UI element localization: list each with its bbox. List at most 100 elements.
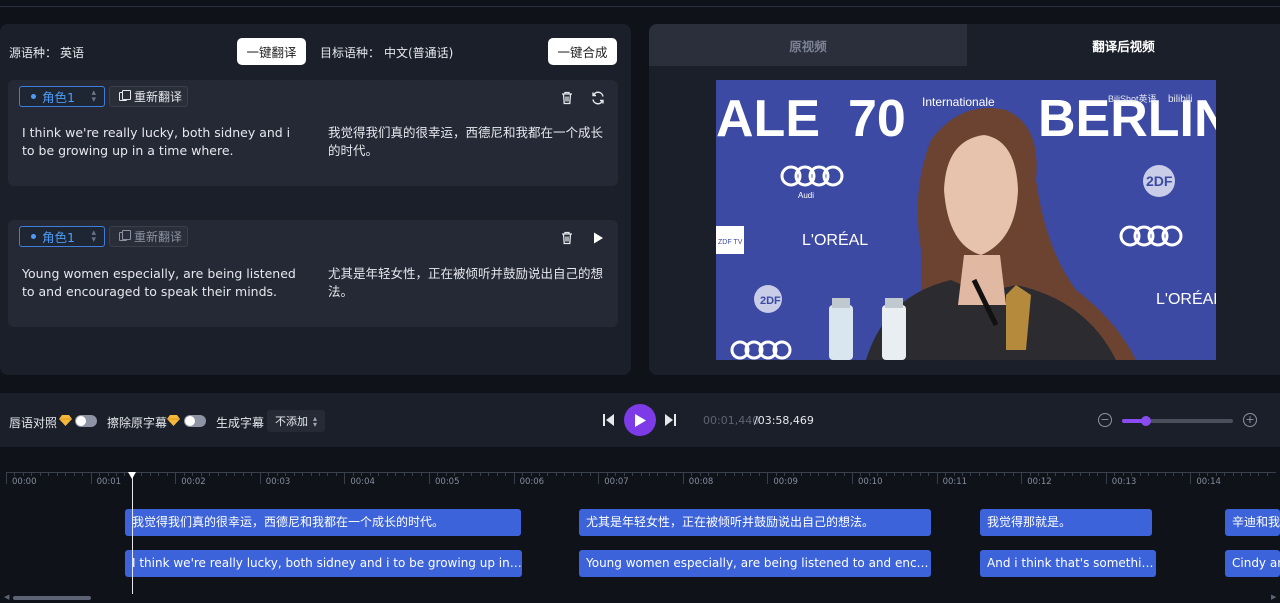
ruler-minor-tick [1012, 472, 1014, 476]
ruler-minor-tick [412, 472, 414, 476]
skip-back-icon[interactable] [603, 414, 614, 426]
sponsor-zdf-2: 2DF [760, 295, 781, 307]
playback-controls: 唇语对照 擦除原字幕 生成字幕 不添加 ▴ ▾ 00:01,440 /03:58,… [0, 393, 1280, 447]
zoom-slider[interactable] [1122, 416, 1233, 426]
generate-subtitles-select[interactable]: 不添加 ▴ ▾ [267, 410, 325, 432]
ruler-minor-tick [496, 472, 498, 476]
ruler-tick [175, 472, 177, 484]
retranslate-button[interactable]: 重新翻译 [109, 86, 188, 107]
source-language-value[interactable]: 英语 [60, 44, 84, 61]
ruler-minor-tick [877, 472, 879, 476]
erase-subtitles-label: 擦除原字幕 [107, 416, 168, 430]
ruler-minor-tick [39, 472, 41, 476]
en-subtitle-clip[interactable]: Young women especially, are being listen… [579, 550, 931, 577]
video-watermark-2: bilibili [1168, 94, 1192, 105]
ruler-minor-tick [632, 472, 634, 476]
ruler-minor-tick [970, 472, 972, 476]
ruler-minor-tick [1046, 472, 1048, 476]
source-text[interactable]: Young women especially, are being listen… [22, 265, 302, 301]
ruler-minor-tick [928, 472, 930, 476]
ruler-tick [598, 472, 600, 484]
ruler-minor-tick [894, 472, 896, 476]
ruler-tick [429, 472, 430, 484]
ruler-minor-tick [395, 472, 397, 476]
ruler-minor-tick [902, 472, 904, 476]
ruler-minor-tick [217, 472, 219, 476]
ruler-minor-tick [792, 472, 794, 476]
ruler-minor-tick [1097, 472, 1099, 476]
time-ruler[interactable]: 00:00 00:01 00:02 00:03 00:04 00:05 00:06 00:07… [6, 472, 1276, 487]
scroll-right-icon[interactable]: ▶ [1271, 593, 1276, 601]
translated-text[interactable]: 我觉得我们真的很幸运，西德尼和我都在一个成长的时代。 [328, 124, 608, 160]
ruler-minor-tick [648, 472, 650, 476]
ruler-minor-tick [623, 472, 625, 476]
zoom-slider-handle[interactable] [1141, 416, 1152, 426]
ruler-minor-tick [1232, 472, 1234, 476]
tab-translated-video[interactable]: 翻译后视频 [967, 24, 1280, 66]
play-icon[interactable] [590, 230, 606, 246]
scroll-left-icon[interactable]: ◀ [4, 593, 9, 601]
ruler-minor-tick [547, 472, 549, 476]
en-subtitle-clip[interactable]: I think we're really lucky, both sidney … [125, 550, 522, 577]
ruler-minor-tick [1215, 472, 1217, 476]
ruler-minor-tick [166, 472, 168, 476]
en-subtitle-clip[interactable]: And i think that's something... [980, 550, 1156, 577]
role-select[interactable]: 角色1 ▴ ▾ [19, 226, 105, 247]
trash-icon[interactable] [559, 230, 575, 246]
video-player[interactable]: ALE 70 Internationale BERLINA BiliShot英语… [716, 80, 1216, 360]
ruler-minor-tick [268, 472, 270, 476]
ruler-minor-tick [319, 472, 321, 476]
ruler-minor-tick [835, 472, 837, 476]
ruler-minor-tick [1071, 472, 1073, 476]
retranslate-button[interactable]: 重新翻译 [109, 226, 188, 247]
timeline[interactable]: 00:00 00:01 00:02 00:03 00:04 00:05 00:06 00:07… [0, 462, 1280, 603]
playhead-line[interactable] [132, 474, 133, 594]
zoom-in-icon[interactable]: + [1243, 413, 1257, 427]
zh-subtitle-clip[interactable]: 尤其是年轻女性，正在被倾听并鼓励说出自己的想法。 [579, 509, 931, 536]
translated-text[interactable]: 尤其是年轻女性，正在被倾听并鼓励说出自己的想法。 [328, 265, 608, 301]
ruler-minor-tick [234, 472, 236, 476]
refresh-icon[interactable] [590, 90, 606, 106]
ruler-minor-tick [1241, 472, 1243, 476]
target-language-value[interactable]: 中文(普通话) [384, 44, 453, 61]
ruler-minor-tick [860, 472, 862, 476]
ruler-minor-tick [141, 472, 143, 476]
zh-subtitle-clip[interactable]: 我觉得我们真的很幸运，西德尼和我都在一个成长的时代。 [125, 509, 521, 536]
lip-sync-toggle[interactable] [75, 415, 97, 427]
erase-subtitles-toggle[interactable] [184, 415, 206, 427]
ruler-minor-tick [818, 472, 820, 476]
ruler-minor-tick [242, 472, 244, 476]
ruler-minor-tick [158, 472, 160, 476]
ruler-minor-tick [530, 472, 532, 476]
playhead-handle[interactable] [128, 472, 136, 479]
play-button[interactable] [624, 404, 656, 436]
ruler-minor-tick [564, 472, 566, 476]
sponsor-tv: ZDF TV [718, 239, 743, 246]
ruler-minor-tick [437, 472, 439, 476]
trash-icon[interactable] [559, 90, 575, 106]
zh-subtitle-clip[interactable]: 我觉得那就是。 [980, 509, 1152, 536]
skip-forward-icon[interactable] [665, 414, 676, 426]
synthesize-all-button[interactable]: 一键合成 [548, 38, 617, 65]
source-text[interactable]: I think we're really lucky, both sidney … [22, 124, 302, 160]
tab-original-video[interactable]: 原视频 [649, 24, 967, 66]
ruler-tick-label: 00:06 [519, 477, 545, 487]
ruler-minor-tick [1198, 472, 1200, 476]
ruler-minor-tick [462, 472, 464, 476]
zh-subtitle-clip[interactable]: 辛迪和我 [1225, 509, 1280, 536]
ruler-minor-tick [310, 472, 312, 476]
ruler-minor-tick [657, 472, 659, 476]
ruler-minor-tick [801, 472, 803, 476]
en-subtitle-clip[interactable]: Cindy an [1225, 550, 1280, 577]
zoom-out-icon[interactable]: − [1098, 413, 1112, 427]
timeline-scrollbar[interactable] [13, 596, 91, 600]
translate-all-button[interactable]: 一键翻译 [237, 38, 306, 65]
ruler-minor-tick [335, 472, 337, 476]
ruler-minor-tick [183, 472, 185, 476]
segment-card: 角色1 ▴ ▾ 重新翻译 Young women especially, are … [8, 220, 618, 327]
sponsor-loreal-2: L'ORÉAL [1156, 289, 1216, 308]
role-select[interactable]: 角色1 ▴ ▾ [19, 86, 105, 107]
retranslate-label: 重新翻译 [134, 230, 183, 244]
ruler-minor-tick [352, 472, 354, 476]
ruler-minor-tick [733, 472, 735, 476]
